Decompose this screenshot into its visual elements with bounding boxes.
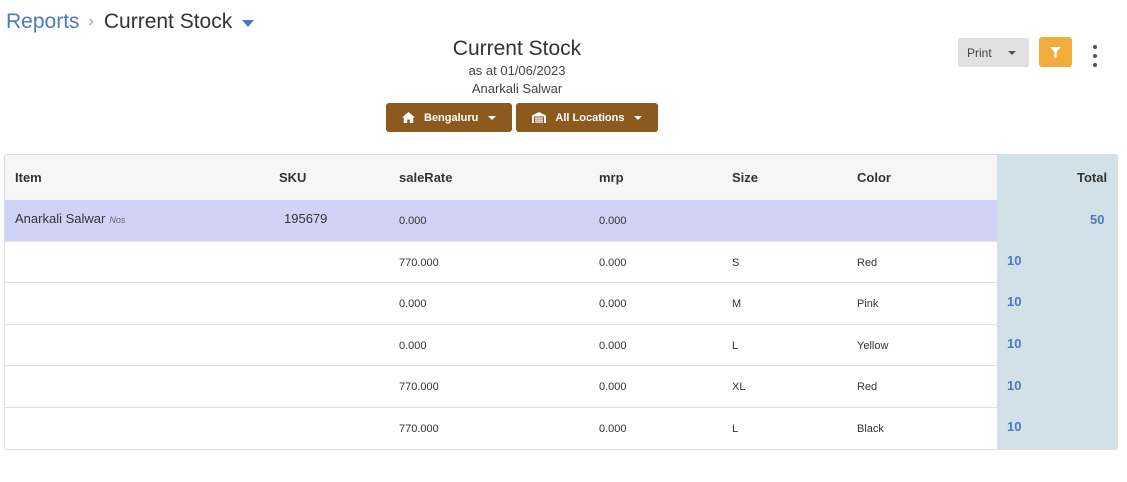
row-color: Red <box>857 381 878 393</box>
item-name-text: Anarkali Salwar <box>15 211 106 226</box>
city-dropdown-button[interactable]: Bengaluru <box>386 103 513 132</box>
item-salerate: 0.000 <box>399 215 427 227</box>
row-color: Red <box>857 257 878 269</box>
table-row[interactable]: 770.000 0.000 L Black <box>5 407 997 448</box>
more-options-icon[interactable] <box>1088 45 1102 67</box>
filter-icon <box>1050 46 1061 58</box>
row-salerate: 0.000 <box>399 340 427 352</box>
table-row[interactable]: 0.000 0.000 M Pink <box>5 282 997 323</box>
table-header-row: Item SKU saleRate mrp Size Color <box>5 155 997 200</box>
item-unit: Nos <box>109 215 126 225</box>
row-salerate: 770.000 <box>399 423 439 435</box>
row-color: Pink <box>857 298 879 310</box>
table-row[interactable]: 0.000 0.000 L Yellow <box>5 324 997 365</box>
row-color: Black <box>857 423 884 435</box>
breadcrumb-current: Current Stock <box>103 10 233 33</box>
report-header: Current Stock as at 01/06/2023 Anarkali … <box>0 36 1034 98</box>
col-header-size[interactable]: Size <box>732 170 758 185</box>
city-label: Bengaluru <box>424 111 479 124</box>
row-mrp: 0.000 <box>599 423 627 435</box>
row-salerate: 770.000 <box>399 257 439 269</box>
row-total[interactable]: 10 <box>1007 294 1021 309</box>
row-color: Yellow <box>857 340 889 352</box>
row-total[interactable]: 10 <box>1007 378 1021 393</box>
row-mrp: 0.000 <box>599 298 627 310</box>
location-dropdown-button[interactable]: All Locations <box>516 103 659 132</box>
report-item-name: Anarkali Salwar <box>471 81 563 96</box>
caret-down-icon <box>634 115 643 120</box>
col-header-color[interactable]: Color <box>857 170 891 185</box>
item-mrp: 0.000 <box>599 215 627 227</box>
row-salerate: 770.000 <box>399 381 439 393</box>
row-size: S <box>732 257 740 269</box>
table-row-parent[interactable]: Anarkali Salwar Nos 195679 0.000 0.000 <box>5 200 997 241</box>
report-title: Current Stock <box>452 37 582 60</box>
col-header-mrp[interactable]: mrp <box>599 170 624 185</box>
report-date: as at 01/06/2023 <box>468 63 566 78</box>
row-salerate: 0.000 <box>399 298 427 310</box>
row-size: L <box>732 423 739 435</box>
row-size: M <box>732 298 742 310</box>
row-total[interactable]: 10 <box>1007 419 1021 434</box>
breadcrumb-reports-link[interactable]: Reports <box>6 10 80 34</box>
location-filters: Bengaluru All Locations <box>386 103 659 132</box>
row-mrp: 0.000 <box>599 257 627 269</box>
print-label: Print <box>967 45 992 60</box>
item-name: Anarkali Salwar Nos <box>15 211 125 226</box>
item-total[interactable]: 50 <box>1090 212 1104 227</box>
breadcrumb: Reports › Current Stock <box>6 10 255 34</box>
caret-down-icon <box>488 115 497 120</box>
row-size: XL <box>732 381 746 393</box>
table-row[interactable]: 770.000 0.000 S Red <box>5 241 997 282</box>
caret-down-icon <box>1007 50 1016 55</box>
col-header-sku[interactable]: SKU <box>279 170 306 185</box>
table-row[interactable]: 770.000 0.000 XL Red <box>5 365 997 406</box>
breadcrumb-separator-icon: › <box>88 13 94 30</box>
row-mrp: 0.000 <box>599 381 627 393</box>
row-total[interactable]: 10 <box>1007 253 1021 268</box>
col-header-item[interactable]: Item <box>15 170 42 185</box>
col-header-total[interactable]: Total <box>1077 170 1107 185</box>
stock-table: Item SKU saleRate mrp Size Color Total A… <box>4 154 1118 450</box>
row-mrp: 0.000 <box>599 340 627 352</box>
caret-down-icon[interactable] <box>242 19 255 27</box>
home-icon <box>402 112 415 123</box>
item-sku: 195679 <box>284 211 328 226</box>
col-header-salerate[interactable]: saleRate <box>399 170 452 185</box>
row-total[interactable]: 10 <box>1007 336 1021 351</box>
print-button[interactable]: Print <box>958 38 1029 67</box>
row-size: L <box>732 340 739 352</box>
warehouse-icon <box>532 112 547 123</box>
filter-button[interactable] <box>1039 37 1072 67</box>
location-label: All Locations <box>555 111 625 124</box>
